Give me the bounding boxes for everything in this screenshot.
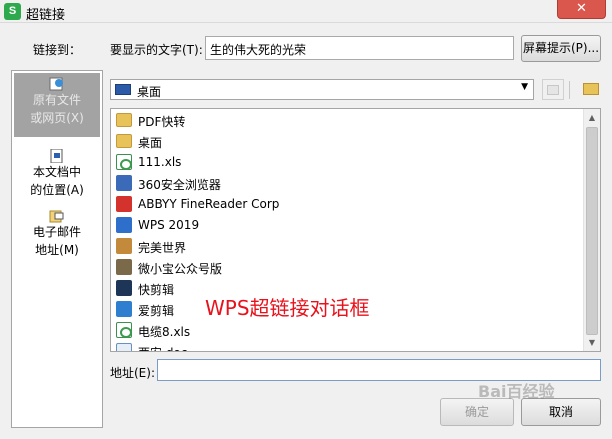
screentip-button[interactable]: 屏幕提示(P)... — [521, 35, 601, 62]
sidebar-item-label: 地址(M) — [35, 243, 79, 257]
folder-select-value: 桌面 — [137, 85, 162, 99]
video-editor-shortcut-icon — [116, 280, 132, 296]
sidebar-item-label: 本文档中 — [32, 165, 81, 179]
file-name: 微小宝公众号版 — [138, 262, 223, 276]
file-name: 完美世界 — [138, 241, 187, 255]
chevron-down-icon[interactable]: ▼ — [521, 82, 528, 92]
cancel-button[interactable]: 取消 — [521, 398, 601, 426]
link-type-sidebar: 原有文件 或网页(X) 本文档中 的位置(A) 电子邮件 地址(M) — [11, 70, 103, 428]
file-name: ABBYY FineReader Corp — [138, 197, 280, 211]
folder-icon — [116, 113, 132, 127]
close-button[interactable]: ✕ — [557, 0, 606, 19]
link-to-label: 链接到： — [33, 43, 82, 57]
sidebar-item-label: 原有文件 — [32, 93, 81, 107]
file-name: 快剪辑 — [138, 283, 175, 297]
folder-icon — [116, 134, 132, 148]
open-folder-icon — [583, 83, 599, 95]
app-shortcut-icon — [116, 259, 132, 275]
up-one-level-button[interactable] — [542, 79, 564, 100]
ok-button[interactable]: 确定 — [440, 398, 514, 426]
desktop-icon — [115, 84, 131, 95]
sidebar-item-this-document[interactable]: 本文档中 的位置(A) — [12, 145, 102, 199]
spreadsheet-icon — [116, 154, 132, 170]
sidebar-item-email[interactable]: 电子邮件 地址(M) — [12, 205, 102, 259]
address-label: 地址(E): — [110, 366, 155, 380]
scroll-up-icon[interactable]: ▲ — [584, 109, 600, 126]
look-in-folder-select[interactable]: 桌面 ▼ — [110, 79, 534, 100]
scroll-down-icon[interactable]: ▼ — [584, 334, 600, 351]
wps-app-icon: S — [4, 3, 21, 20]
window-title: 超链接 — [26, 8, 66, 23]
browser-shortcut-icon — [116, 175, 132, 191]
abbyy-shortcut-icon — [116, 196, 132, 212]
document-place-icon — [50, 149, 63, 163]
sidebar-item-label: 的位置(A) — [30, 183, 84, 197]
file-name: WPS 2019 — [138, 218, 200, 232]
game-shortcut-icon — [116, 238, 132, 254]
spreadsheet-icon — [116, 322, 132, 338]
sidebar-item-label: 电子邮件 — [32, 225, 81, 239]
display-text-label: 要显示的文字(T): — [110, 43, 203, 57]
email-icon — [49, 210, 64, 223]
display-text-input[interactable]: 生的伟大死的光荣 — [205, 36, 514, 60]
file-name: 111.xls — [138, 155, 182, 169]
vertical-scrollbar[interactable]: ▲ ▼ — [583, 109, 600, 351]
scroll-thumb[interactable] — [586, 127, 598, 335]
file-name: PDF快转 — [138, 115, 186, 129]
video-editor-shortcut-icon — [116, 301, 132, 317]
file-name: 360安全浏览器 — [138, 178, 221, 192]
file-name: 爱剪辑 — [138, 304, 175, 318]
toolbar-divider — [569, 81, 570, 99]
document-icon — [116, 343, 132, 351]
web-page-icon — [49, 77, 63, 91]
file-name: 西安.doc — [138, 344, 187, 351]
annotation-caption: WPS超链接对话框 — [205, 296, 370, 320]
watermark: Bai百经验 — [478, 382, 555, 401]
file-name: 电缆8.xls — [138, 325, 191, 339]
up-folder-icon — [547, 85, 559, 95]
browse-folder-button[interactable] — [580, 79, 602, 100]
file-name: 桌面 — [138, 136, 163, 150]
sidebar-item-label: 或网页(X) — [30, 111, 84, 125]
sidebar-item-existing-file[interactable]: 原有文件 或网页(X) — [14, 73, 100, 137]
title-bar: S 超链接 ✕ — [0, 0, 612, 23]
wps-shortcut-icon — [116, 217, 132, 233]
